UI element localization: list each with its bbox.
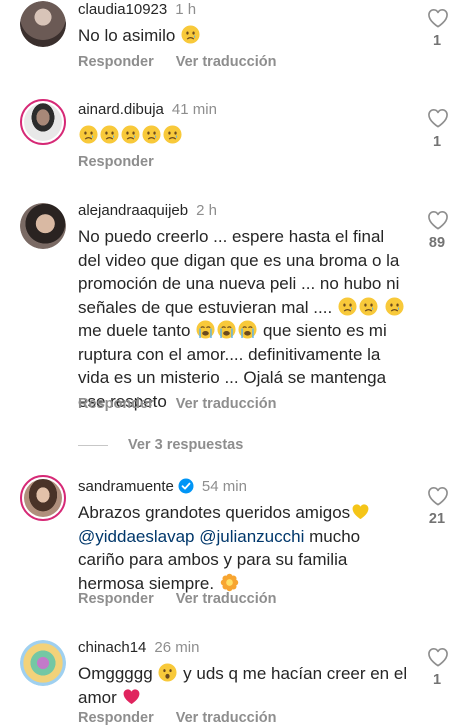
sad-face-emoji-icon <box>338 297 357 316</box>
reply-button[interactable]: Responder <box>78 54 154 70</box>
reply-button[interactable]: Responder <box>78 710 154 726</box>
timestamp: 1 h <box>175 1 197 18</box>
translate-button[interactable]: Ver traducción <box>176 591 277 607</box>
heart-outline-icon[interactable] <box>427 647 449 667</box>
avatar[interactable] <box>20 475 66 521</box>
like-count: 21 <box>428 511 446 527</box>
username[interactable]: claudia10923 <box>78 1 167 18</box>
crying-face-emoji-icon <box>217 320 236 339</box>
username[interactable]: ainard.dibuja <box>78 101 164 118</box>
mention-link[interactable]: @julianzucchi <box>199 527 304 546</box>
translate-button[interactable]: Ver traducción <box>176 54 277 70</box>
crying-face-emoji-icon <box>196 320 215 339</box>
heart-outline-icon[interactable] <box>427 486 449 506</box>
red-heart-emoji-icon <box>124 688 140 704</box>
username[interactable]: sandramuente <box>78 478 174 495</box>
reply-button[interactable]: Responder <box>78 154 154 170</box>
username[interactable]: alejandraaquijeb <box>78 202 188 219</box>
comment-text: Omggggg y uds q me hacían creer en el am… <box>78 663 408 707</box>
sad-face-emoji-icon <box>121 125 140 144</box>
avatar[interactable] <box>20 1 66 47</box>
verified-badge-icon <box>178 478 194 494</box>
avatar[interactable] <box>20 203 66 249</box>
yellow-heart-emoji-icon <box>352 504 369 520</box>
sad-face-emoji-icon <box>385 297 404 316</box>
comment-text <box>78 124 408 148</box>
heart-outline-icon[interactable] <box>427 8 449 28</box>
sad-face-emoji-icon <box>163 125 182 144</box>
username[interactable]: chinach14 <box>78 639 146 656</box>
like-count: 89 <box>428 235 446 251</box>
heart-outline-icon[interactable] <box>427 108 449 128</box>
comment-text: Abrazos grandotes queridos amigos @yidda… <box>78 501 408 595</box>
sad-face-emoji-icon <box>100 125 119 144</box>
reply-button[interactable]: Responder <box>78 591 154 607</box>
crying-face-emoji-icon <box>238 320 257 339</box>
sad-face-emoji-icon <box>79 125 98 144</box>
heart-outline-icon[interactable] <box>427 210 449 230</box>
view-replies-button[interactable]: Ver 3 respuestas <box>78 437 243 453</box>
translate-button[interactable]: Ver traducción <box>176 710 277 726</box>
sad-face-emoji-icon <box>142 125 161 144</box>
surprised-face-emoji-icon <box>158 663 177 682</box>
comment-text: No lo asimilo <box>78 24 408 48</box>
avatar[interactable] <box>20 99 66 145</box>
avatar[interactable] <box>20 640 66 686</box>
like-count: 1 <box>432 672 442 688</box>
blossom-emoji-icon <box>220 573 239 591</box>
sad-face-emoji-icon <box>181 25 200 44</box>
like-count: 1 <box>432 134 442 150</box>
timestamp: 2 h <box>196 202 217 219</box>
reply-button[interactable]: Responder <box>78 396 154 412</box>
mention-link[interactable]: @yiddaeslavap <box>78 527 195 546</box>
comment-text: No puedo creerlo ... espere hasta el fin… <box>78 225 408 413</box>
timestamp: 54 min <box>201 478 247 495</box>
replies-divider <box>78 444 108 446</box>
timestamp: 41 min <box>171 101 217 118</box>
translate-button[interactable]: Ver traducción <box>176 396 277 412</box>
sad-face-emoji-icon <box>359 297 378 316</box>
timestamp: 26 min <box>154 639 200 656</box>
like-count: 1 <box>432 33 442 49</box>
